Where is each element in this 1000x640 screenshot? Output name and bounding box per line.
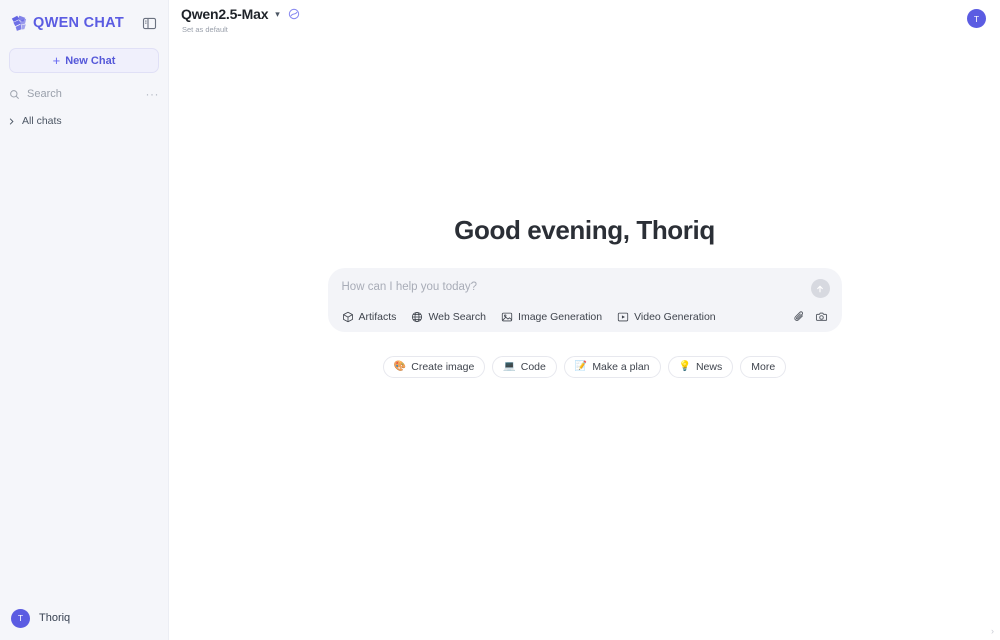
suggestion-chips: 🎨 Create image 💻 Code 📝 Make a plan 💡 Ne… — [382, 356, 787, 378]
sidebar: QWEN CHAT + New Chat Search ··· All chat… — [0, 0, 169, 640]
sidebar-logo-text: QWEN CHAT — [33, 15, 125, 31]
tool-label: Web Search — [428, 310, 487, 323]
plus-icon: + — [52, 53, 61, 68]
new-chat-label: New Chat — [65, 54, 116, 67]
chip-news[interactable]: 💡 News — [667, 356, 734, 378]
chip-label: Make a plan — [592, 361, 650, 373]
avatar: T — [11, 608, 30, 628]
chip-label: News — [695, 361, 723, 373]
chip-more[interactable]: More — [740, 356, 787, 378]
lightbulb-icon: 💡 — [678, 361, 691, 372]
search-input[interactable]: Search ··· — [9, 85, 159, 103]
sidebar-header: QWEN CHAT — [0, 6, 168, 40]
chip-create-image[interactable]: 🎨 Create image — [382, 356, 486, 378]
arrow-up-icon — [817, 284, 823, 292]
sidebar-item-all-chats[interactable]: All chats — [7, 113, 159, 129]
main-area: Qwen2.5-Max ▾ Set as default T Good even… — [169, 0, 1000, 640]
search-icon — [10, 89, 19, 99]
chip-label: Create image — [411, 361, 475, 373]
cube-icon — [342, 311, 353, 322]
laptop-icon: 💻 — [503, 361, 516, 372]
chip-label: More — [751, 361, 776, 373]
search-more-icon[interactable]: ··· — [146, 88, 160, 100]
memo-icon: 📝 — [574, 361, 588, 372]
tool-artifacts[interactable]: Artifacts — [342, 310, 397, 323]
qwen-logo-icon — [11, 15, 27, 31]
palette-icon: 🎨 — [393, 361, 407, 372]
welcome-panel: Good evening, Thoriq How can I help you … — [169, 0, 1000, 640]
tool-image-generation[interactable]: Image Generation — [501, 311, 602, 323]
chip-label: Code — [520, 361, 546, 373]
tool-label: Video Generation — [634, 310, 716, 323]
composer-actions — [793, 310, 828, 323]
user-profile[interactable]: T Thoriq — [0, 604, 169, 632]
tool-label: Artifacts — [358, 310, 397, 323]
prompt-input[interactable]: How can I help you today? — [342, 281, 828, 298]
tool-video-generation[interactable]: Video Generation — [617, 311, 716, 323]
tool-web-search[interactable]: Web Search — [411, 311, 486, 323]
chip-code[interactable]: 💻 Code — [492, 356, 557, 378]
camera-icon[interactable] — [815, 310, 828, 323]
scroll-indicator[interactable]: › — [991, 626, 994, 636]
new-chat-button[interactable]: + New Chat — [9, 48, 159, 73]
panel-toggle-icon[interactable] — [140, 14, 158, 32]
composer-tools: Artifacts Web Search Image Generation Vi… — [342, 310, 828, 323]
image-icon — [501, 312, 513, 321]
send-button[interactable] — [810, 279, 830, 298]
globe-icon — [412, 311, 423, 322]
tool-label: Image Generation — [518, 310, 603, 323]
chip-make-a-plan[interactable]: 📝 Make a plan — [563, 356, 661, 378]
app-root: QWEN CHAT + New Chat Search ··· All chat… — [0, 0, 1000, 640]
chevron-right-icon — [9, 117, 14, 125]
paperclip-icon[interactable] — [793, 310, 806, 323]
all-chats-label: All chats — [22, 115, 62, 127]
search-placeholder: Search — [27, 88, 62, 100]
user-name: Thoriq — [39, 612, 71, 624]
page-title: Good evening, Thoriq — [454, 215, 715, 245]
composer[interactable]: How can I help you today? Artifacts Web … — [327, 268, 842, 332]
video-icon — [617, 312, 629, 321]
